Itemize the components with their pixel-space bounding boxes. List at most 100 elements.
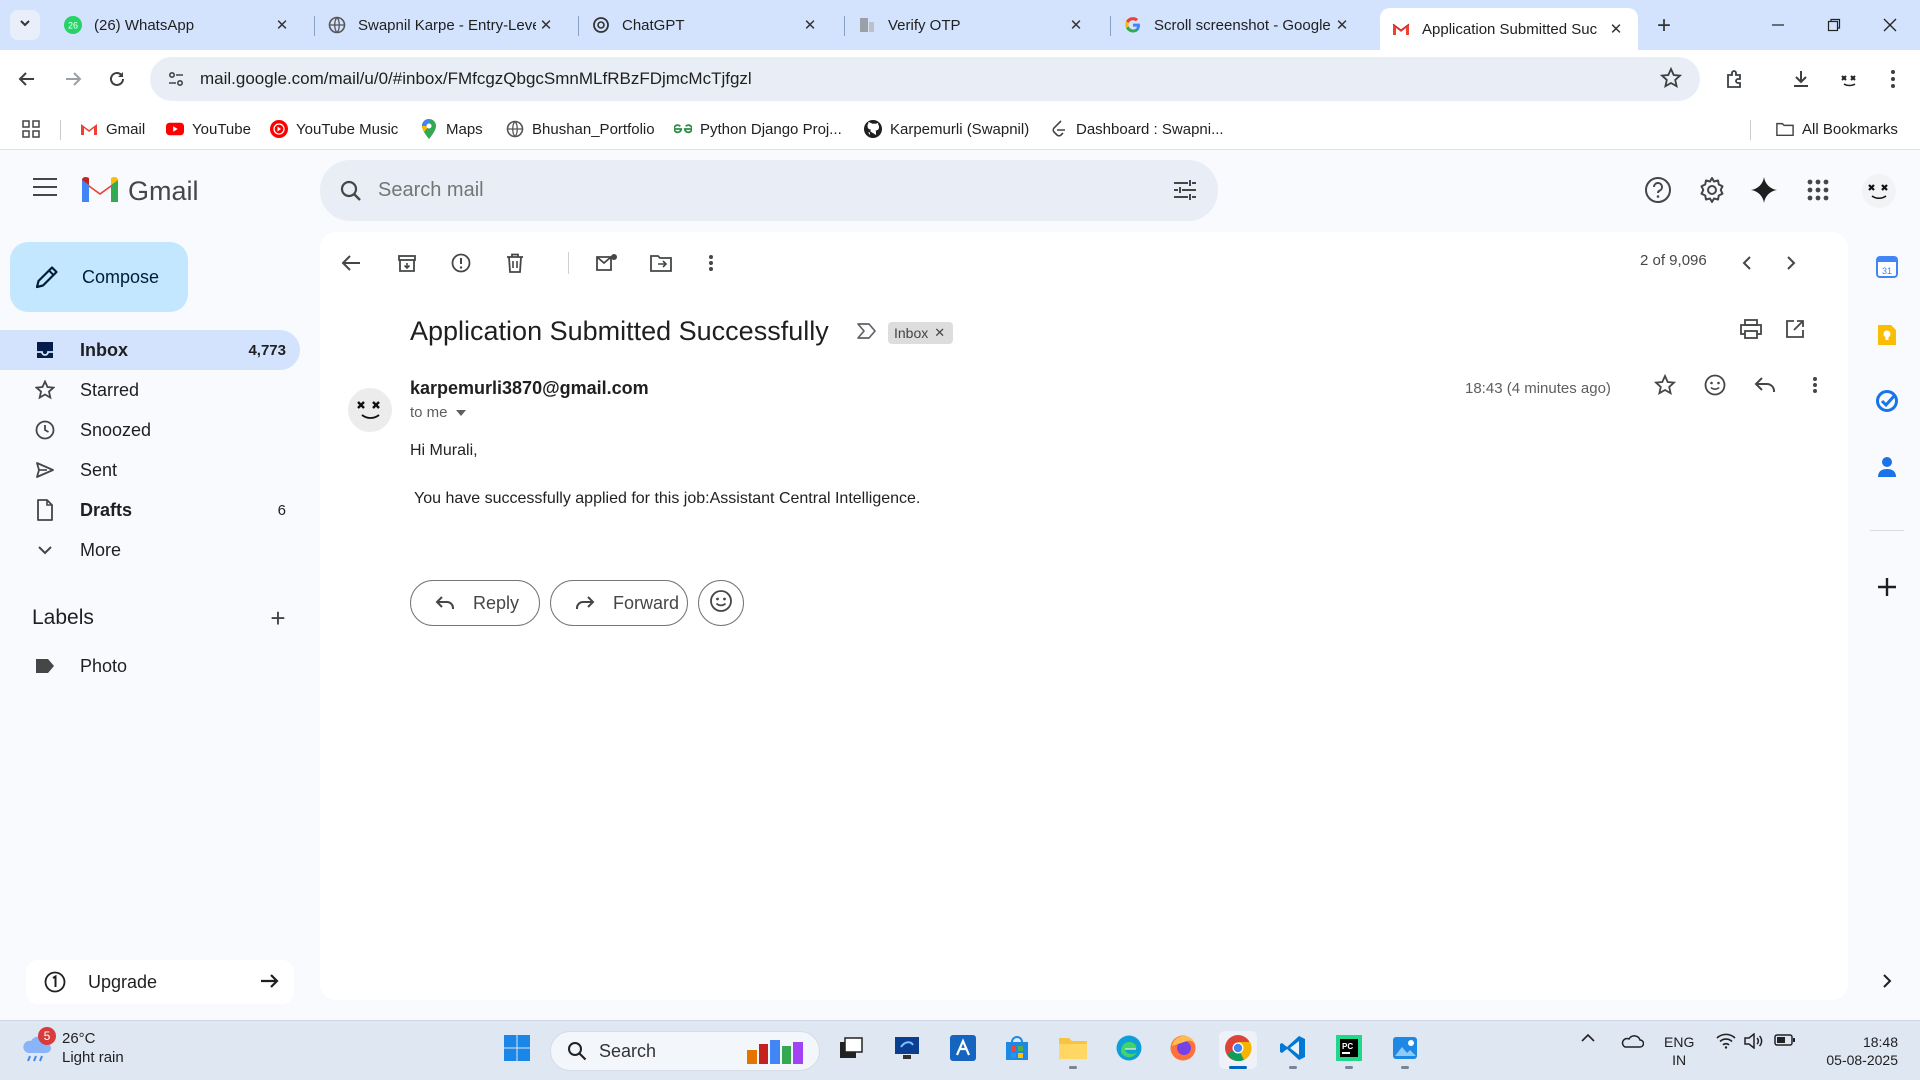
back-to-inbox-button[interactable] [334, 246, 368, 280]
edge-app[interactable] [1110, 1031, 1148, 1069]
tasks-icon[interactable] [1872, 386, 1902, 416]
bookmark-karpemurli-github[interactable]: Karpemurli (Swapnil) [864, 118, 1029, 140]
close-icon[interactable]: ✕ [272, 15, 292, 35]
message-more-button[interactable] [1798, 368, 1832, 402]
back-button[interactable] [10, 62, 44, 96]
forward-button[interactable] [56, 62, 90, 96]
nav-item-more[interactable]: More [0, 530, 300, 570]
volume-icon[interactable] [1744, 1033, 1764, 1049]
tab-chatgpt[interactable]: ChatGPT ✕ [580, 8, 832, 42]
sender-email[interactable]: karpemurli3870@gmail.com [410, 378, 649, 399]
close-icon[interactable]: ✕ [1332, 15, 1352, 35]
show-hidden-icons-button[interactable] [1580, 1033, 1596, 1043]
calendar-icon[interactable]: 31 [1872, 252, 1902, 282]
recipient-details[interactable]: to me [410, 404, 466, 421]
bookmark-maps[interactable]: Maps [420, 118, 483, 140]
close-icon[interactable]: ✕ [800, 15, 820, 35]
nav-item-drafts[interactable]: Drafts 6 [0, 490, 300, 530]
print-all-button[interactable] [1734, 312, 1768, 346]
more-actions-button[interactable] [694, 246, 728, 280]
photos-app[interactable] [1386, 1031, 1424, 1069]
bookmark-youtube[interactable]: YouTube [166, 118, 251, 140]
archive-button[interactable] [390, 246, 424, 280]
microsoft-store-app[interactable] [998, 1031, 1036, 1069]
delete-button[interactable] [498, 246, 532, 280]
bookmark-star-icon[interactable] [1659, 66, 1683, 94]
report-spam-button[interactable] [444, 246, 478, 280]
importance-marker-icon[interactable] [856, 322, 878, 345]
remote-desktop-app[interactable] [888, 1031, 926, 1069]
close-window-button[interactable] [1870, 10, 1910, 40]
azure-data-studio-app[interactable] [944, 1031, 982, 1069]
pycharm-app[interactable]: PC [1330, 1031, 1368, 1069]
file-explorer-app[interactable] [1054, 1031, 1092, 1069]
forward-button[interactable]: Forward [550, 580, 688, 626]
contacts-icon[interactable] [1872, 452, 1902, 482]
help-icon[interactable] [1640, 172, 1676, 208]
gemini-sparkle-icon[interactable] [1746, 172, 1782, 208]
bookmark-gmail[interactable]: Gmail [80, 118, 145, 140]
system-clock[interactable]: 18:48 05-08-2025 [1818, 1033, 1898, 1069]
tab-verify-otp[interactable]: Verify OTP ✕ [846, 8, 1098, 42]
search-bar[interactable] [320, 160, 1218, 221]
gmail-logo[interactable]: Gmail [80, 174, 199, 209]
tab-search-button[interactable] [10, 10, 40, 40]
site-info-icon[interactable] [154, 57, 198, 101]
vscode-app[interactable] [1274, 1031, 1312, 1069]
nav-item-snoozed[interactable]: Snoozed [0, 410, 300, 450]
search-options-icon[interactable] [1172, 177, 1198, 208]
minimize-button[interactable] [1758, 10, 1798, 40]
tab-whatsapp[interactable]: 26 (26) WhatsApp ✕ [52, 8, 304, 42]
add-reaction-button[interactable] [1698, 368, 1732, 402]
emoji-react-button[interactable] [698, 580, 744, 626]
label-item-photo[interactable]: Photo [0, 646, 300, 686]
star-message-button[interactable] [1648, 368, 1682, 402]
newer-message-button[interactable] [1730, 246, 1764, 280]
tab-scroll-screenshot[interactable]: Scroll screenshot - Google ✕ [1112, 8, 1364, 42]
google-apps-icon[interactable] [1800, 172, 1836, 208]
older-message-button[interactable] [1774, 246, 1808, 280]
apps-grid-icon[interactable] [22, 118, 40, 140]
wifi-icon[interactable] [1716, 1033, 1736, 1049]
extensions-icon[interactable] [1718, 62, 1752, 96]
nav-item-inbox[interactable]: Inbox 4,773 [0, 330, 300, 370]
tab-swapnil-karpe[interactable]: Swapnil Karpe - Entry-Leve ✕ [316, 8, 568, 42]
open-new-window-button[interactable] [1778, 312, 1812, 346]
close-icon[interactable]: ✕ [1606, 19, 1626, 39]
account-avatar[interactable] [1862, 174, 1896, 208]
reload-button[interactable] [100, 62, 134, 96]
download-icon[interactable] [1784, 62, 1818, 96]
get-addons-icon[interactable] [1872, 572, 1902, 602]
show-side-panel-icon[interactable] [1872, 966, 1902, 996]
create-label-button[interactable]: + [264, 603, 292, 633]
search-input[interactable] [378, 179, 1138, 202]
weather-widget[interactable]: 5 26°C Light rain [20, 1027, 124, 1067]
nav-item-starred[interactable]: Starred [0, 370, 300, 410]
keep-icon[interactable] [1872, 320, 1902, 350]
firefox-app[interactable] [1164, 1031, 1202, 1069]
reply-icon-button[interactable] [1748, 368, 1782, 402]
new-tab-button[interactable]: + [1650, 12, 1678, 40]
profile-avatar-icon[interactable] [1832, 62, 1866, 96]
bookmark-youtube-music[interactable]: YouTube Music [270, 118, 398, 140]
battery-icon[interactable] [1774, 1033, 1796, 1047]
mark-unread-button[interactable] [590, 246, 624, 280]
chrome-menu-icon[interactable] [1876, 62, 1910, 96]
move-to-button[interactable] [644, 246, 678, 280]
tab-application-submitted[interactable]: Application Submitted Suc ✕ [1380, 8, 1638, 50]
address-bar[interactable]: mail.google.com/mail/u/0/#inbox/FMfcgzQb… [150, 57, 1700, 101]
close-icon[interactable]: ✕ [536, 15, 556, 35]
taskbar-search[interactable]: Search [550, 1031, 820, 1071]
upgrade-button[interactable]: Upgrade [26, 960, 294, 1004]
sender-avatar[interactable] [348, 388, 392, 432]
bookmark-bhushan-portfolio[interactable]: Bhushan_Portfolio [506, 118, 655, 140]
restore-button[interactable] [1814, 10, 1854, 40]
onedrive-icon[interactable] [1620, 1033, 1644, 1049]
input-language-indicator[interactable]: ENG IN [1664, 1033, 1694, 1069]
all-bookmarks[interactable]: All Bookmarks [1776, 118, 1898, 140]
bookmark-python-django[interactable]: Python Django Proj... [674, 118, 842, 140]
start-button[interactable] [498, 1031, 536, 1069]
main-menu-button[interactable] [28, 172, 62, 206]
chrome-app[interactable] [1219, 1031, 1257, 1069]
task-view-app[interactable] [832, 1031, 870, 1069]
